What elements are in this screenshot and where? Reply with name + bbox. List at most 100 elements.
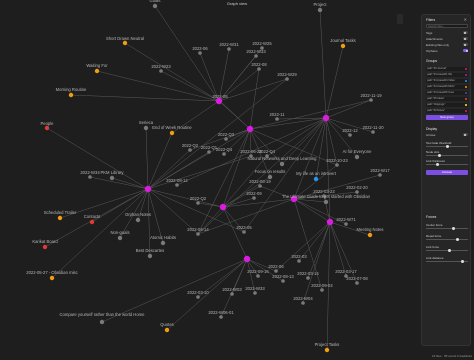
date-node[interactable] [196,201,200,205]
hub-node[interactable] [246,125,254,133]
date-node[interactable] [198,51,202,55]
date-node[interactable] [378,173,382,177]
group-query-row[interactable]: path:"00 Journal" [426,67,468,71]
text-fade-slider[interactable] [426,145,468,148]
note-node[interactable] [99,319,105,325]
hub-node[interactable] [243,255,251,263]
filters-heading[interactable]: Filters [426,18,435,22]
group-query-text[interactable]: path:"04 Areas/01 Wo [427,73,452,76]
date-node[interactable] [275,117,279,121]
node-size-slider-knob[interactable] [438,154,441,157]
note-node[interactable] [68,92,74,98]
new-group-button[interactable]: New group [426,115,468,120]
note-node[interactable] [94,68,100,74]
date-node[interactable] [242,230,246,234]
existing-files-toggle[interactable] [463,43,468,46]
graph-nodes[interactable]: 2022-06 2022-W31 2022-W33 2022-W25 2022-W23 2… [26,0,390,353]
group-query-row[interactable]: path:"04 Areas/05 Crea [426,91,468,95]
note-node[interactable] [49,275,55,281]
group-query-text[interactable]: path:"Clippings" [427,103,445,106]
date-node[interactable] [306,276,310,280]
date-node[interactable] [256,274,260,278]
note-node[interactable] [42,244,48,250]
date-node[interactable] [257,67,261,71]
note-node[interactable] [367,232,373,238]
attachments-toggle[interactable] [463,37,468,40]
link-distance-slider[interactable] [426,260,468,263]
group-query-text[interactable]: path:"00 Journal" [427,67,447,70]
node-size-slider[interactable] [426,154,468,157]
hub-node[interactable] [322,114,330,122]
orphans-toggle[interactable] [463,49,468,52]
note-node[interactable] [164,327,170,333]
note-node[interactable] [122,40,128,46]
note-node[interactable] [109,175,115,181]
note-node[interactable] [279,161,285,167]
date-node[interactable] [222,152,226,156]
date-node[interactable] [224,137,228,141]
orphans-toggle-row[interactable]: Orphans [426,49,468,54]
date-node[interactable] [254,54,258,58]
date-node[interactable] [260,46,264,50]
arrows-toggle-row[interactable]: Arrows [426,133,468,138]
note-node[interactable] [135,217,141,223]
date-node[interactable] [230,292,234,296]
group-color-swatch[interactable] [465,98,467,100]
hub-node[interactable] [215,97,223,105]
tags-toggle-row[interactable]: Tags [426,31,468,36]
note-node[interactable] [169,130,175,136]
group-color-swatch[interactable] [465,74,467,76]
group-query-row[interactable]: path:"04 Areas/04 Video [426,79,468,83]
note-node[interactable] [267,174,273,180]
attachments-toggle-row[interactable]: Attachments [426,37,468,42]
note-node[interactable] [143,125,149,131]
note-node[interactable] [354,154,360,160]
repel-force-slider[interactable] [426,238,468,241]
group-color-swatch[interactable] [465,92,467,94]
groups-heading[interactable]: Groups [426,59,437,63]
animate-button[interactable]: Animate [426,170,468,175]
group-color-swatch[interactable] [465,104,467,106]
forces-heading[interactable]: Forces [426,215,436,219]
hub-node[interactable] [219,203,227,211]
note-node[interactable] [57,215,63,221]
date-node[interactable] [175,183,179,187]
note-node[interactable] [317,7,323,13]
date-node[interactable] [219,315,223,319]
date-node[interactable] [196,295,200,299]
date-node[interactable] [196,232,200,236]
date-node[interactable] [159,69,163,73]
date-node[interactable] [285,77,289,81]
link-distance-slider-knob[interactable] [461,260,464,263]
group-query-text[interactable]: path:"04 Areas/06 MOC" [427,85,455,88]
group-query-row[interactable]: path:"04 Areas/01 Wo [426,73,468,77]
group-color-swatch[interactable] [465,80,467,82]
date-node[interactable] [355,281,359,285]
graph-toolbar[interactable] [397,14,403,24]
link-force-slider[interactable] [426,249,468,252]
hub-node[interactable] [326,218,334,226]
display-heading[interactable]: Display [426,127,437,131]
date-node[interactable] [297,259,301,263]
existing-files-toggle-row[interactable]: Existing files only [426,43,468,48]
search-files-input[interactable]: Search files... [426,24,468,28]
group-color-swatch[interactable] [465,86,467,88]
date-node[interactable] [188,148,192,152]
center-force-slider[interactable] [426,227,468,230]
date-node[interactable] [281,279,285,283]
date-node[interactable] [227,47,231,51]
date-node[interactable] [301,301,305,305]
group-query-row[interactable]: path:"04 Areas/06 MOC" [426,85,468,89]
date-node[interactable] [335,163,339,167]
date-node[interactable] [348,133,352,137]
center-force-slider-knob[interactable] [452,227,455,230]
repel-force-slider-knob[interactable] [456,238,459,241]
link-thickness-slider[interactable] [426,163,468,166]
date-node[interactable] [258,184,262,188]
date-node[interactable] [252,196,256,200]
date-node[interactable] [88,175,92,179]
group-query-text[interactable]: path:"03 Notes" [427,109,445,112]
text-fade-slider-knob[interactable] [446,145,449,148]
date-node[interactable] [369,98,373,102]
group-color-swatch[interactable] [465,110,467,112]
